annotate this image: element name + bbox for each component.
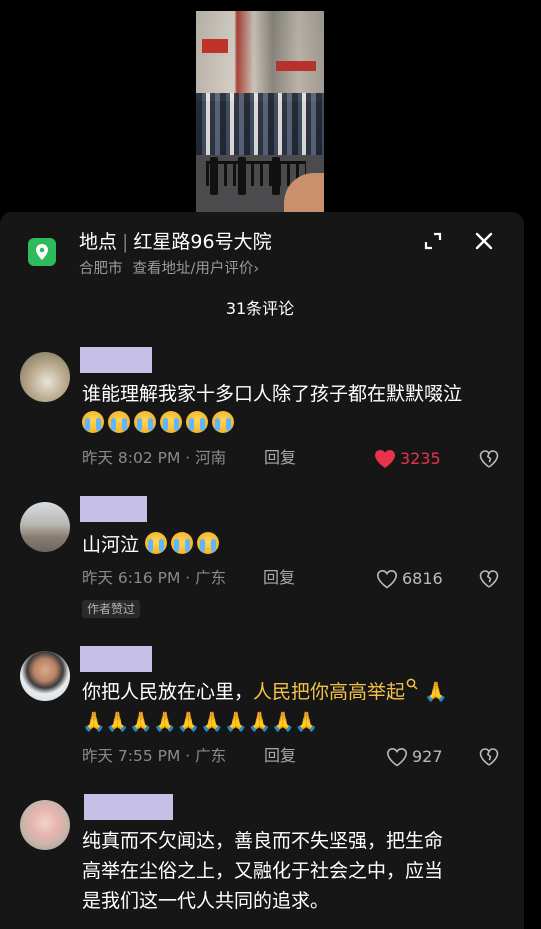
- like-button[interactable]: 927: [386, 746, 443, 768]
- comment-text: 谁能理解我家十多口人除了孩子都在默默啜泣: [82, 379, 502, 439]
- comment-count: 31条评论: [225, 299, 295, 318]
- comment-meta: 昨天 7:55 PM · 广东: [82, 747, 227, 765]
- praying-hands-emoji-icon: 🙏: [424, 681, 448, 703]
- crying-emoji-icon: [160, 411, 182, 433]
- like-count: 6816: [402, 569, 443, 588]
- search-highlight-link[interactable]: 人民把你高高举起: [253, 681, 405, 703]
- reply-button[interactable]: 回复: [263, 567, 295, 589]
- comment-text: 纯真而不欠闻达，善良而不失坚强，把生命 高举在尘俗之上，又融化于社会之中，应当 …: [82, 826, 512, 916]
- heart-icon: [376, 569, 398, 589]
- username-redacted[interactable]: [80, 646, 152, 672]
- location-name: 红星路96号大院: [133, 231, 272, 253]
- avatar[interactable]: [20, 352, 70, 402]
- author-liked-badge: 作者赞过: [82, 600, 141, 618]
- reply-button[interactable]: 回复: [264, 745, 296, 767]
- crying-emoji-icon: [171, 532, 194, 554]
- crying-emoji-icon: [186, 411, 208, 433]
- location-city: 合肥市: [79, 261, 123, 277]
- chevron-right-icon: ›: [253, 261, 260, 277]
- location-label: 地点: [79, 231, 118, 253]
- comment-body: 你把人民放在心里，: [82, 681, 254, 703]
- like-count: 3235: [400, 449, 441, 468]
- like-count: 927: [412, 747, 443, 766]
- shop-sign: [276, 61, 316, 71]
- username-redacted[interactable]: [80, 347, 152, 373]
- crying-emoji-icon: [145, 532, 168, 554]
- like-button[interactable]: 3235: [374, 448, 441, 470]
- comment-body: 山河泣: [82, 534, 140, 556]
- broken-heart-icon[interactable]: [479, 747, 499, 767]
- crying-emoji-icon: [108, 411, 130, 433]
- crowd: [196, 93, 324, 155]
- location-pin-icon: [28, 238, 56, 266]
- broken-heart-icon[interactable]: [479, 449, 499, 469]
- search-icon[interactable]: [406, 678, 418, 690]
- bollard: [272, 157, 280, 195]
- location-title[interactable]: 地点 | 红星路96号大院: [79, 229, 272, 255]
- comment-meta: 昨天 6:16 PM · 广东: [82, 569, 227, 587]
- username-redacted[interactable]: [84, 794, 173, 820]
- crying-emoji-icon: [212, 411, 234, 433]
- praying-hands-emoji-icon: 🙏🙏🙏🙏🙏🙏🙏🙏🙏🙏: [82, 711, 319, 733]
- expand-icon[interactable]: [423, 231, 443, 251]
- separator: |: [122, 231, 129, 253]
- bollard: [210, 157, 218, 195]
- username-redacted[interactable]: [80, 496, 147, 522]
- broken-heart-icon[interactable]: [479, 569, 499, 589]
- like-button[interactable]: 6816: [376, 568, 443, 590]
- crying-emoji-icon: [197, 532, 220, 554]
- screen-edge: [524, 0, 541, 929]
- bollard: [238, 157, 246, 195]
- crying-emoji-icon: [82, 411, 104, 433]
- comment-body: 纯真而不欠闻达，善良而不失坚强，把生命: [82, 830, 444, 852]
- close-icon[interactable]: [473, 230, 495, 252]
- shop-sign: [202, 39, 228, 53]
- video-thumbnail[interactable]: [196, 11, 324, 213]
- crying-emoji-icon: [134, 411, 156, 433]
- comment-text: 你把人民放在心里，人民把你高高举起 🙏 🙏🙏🙏🙏🙏🙏🙏🙏🙏🙏: [82, 677, 502, 737]
- heart-icon: [375, 450, 395, 468]
- avatar[interactable]: [20, 651, 70, 701]
- comment-body: 高举在尘俗之上，又融化于社会之中，应当: [82, 860, 444, 882]
- comment-text: 山河泣: [82, 530, 502, 560]
- heart-icon: [386, 747, 408, 767]
- avatar[interactable]: [20, 800, 70, 850]
- comment-body: 谁能理解我家十多口人除了孩子都在默默啜泣: [82, 383, 463, 405]
- avatar[interactable]: [20, 502, 70, 552]
- comment-body: 是我们这一代人共同的追求。: [82, 890, 330, 912]
- view-address-link[interactable]: 查看地址/用户评价: [133, 261, 254, 277]
- reply-button[interactable]: 回复: [264, 447, 296, 469]
- location-subtitle[interactable]: 合肥市 查看地址/用户评价›: [79, 259, 259, 279]
- comment-meta: 昨天 8:02 PM · 河南: [82, 449, 227, 467]
- building-facade: [196, 11, 324, 101]
